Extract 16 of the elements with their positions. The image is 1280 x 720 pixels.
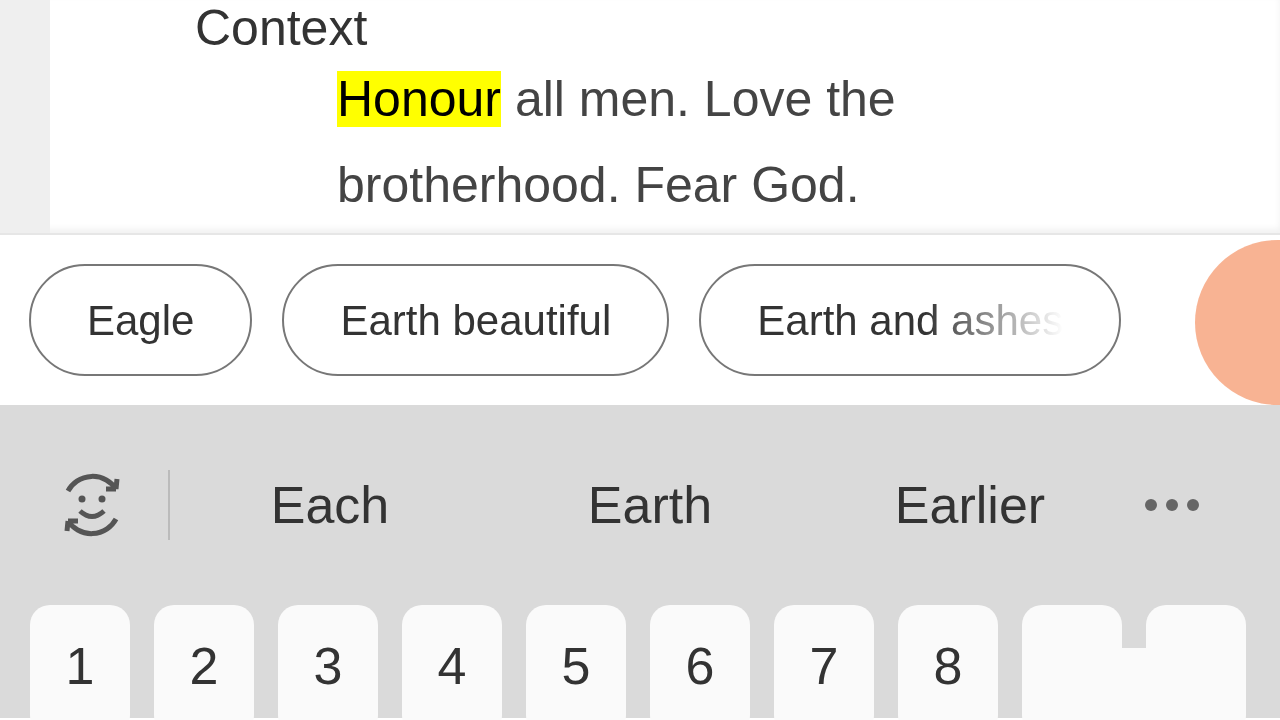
word-suggestion[interactable]: Earlier (810, 466, 1130, 544)
word-suggestion[interactable]: Earth (490, 466, 810, 544)
section-heading: Context (195, 0, 369, 56)
number-key[interactable]: 3 (278, 605, 378, 720)
number-key[interactable]: 2 (154, 605, 254, 720)
quote-text: Honour all men. Love the brotherhood. Fear God. (337, 70, 897, 215)
word-suggestion[interactable]: Each (170, 466, 490, 544)
number-key[interactable]: 8 (898, 605, 998, 720)
number-key[interactable]: 6 (650, 605, 750, 720)
number-key[interactable]: 5 (526, 605, 626, 720)
number-key[interactable]: 1 (30, 605, 130, 720)
more-icon[interactable] (1144, 498, 1200, 512)
suggestion-chip[interactable]: Eagle (29, 264, 253, 376)
suggestion-chip[interactable]: Earth beautiful (282, 264, 670, 376)
number-key[interactable]: 4 (402, 605, 502, 720)
number-key[interactable]: 7 (774, 605, 874, 720)
